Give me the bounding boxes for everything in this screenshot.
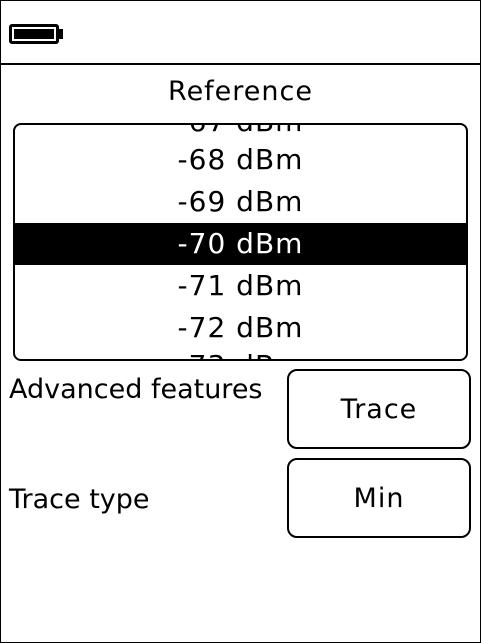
reference-title: Reference: [168, 76, 313, 107]
device-screen: Reference -67 dBm -68 dBm -69 dBm -70 dB…: [0, 0, 481, 643]
battery-full-icon: [9, 24, 59, 44]
status-bar: [1, 1, 480, 65]
reference-picker[interactable]: -67 dBm -68 dBm -69 dBm -70 dBm -71 dBm …: [13, 123, 468, 361]
picker-option[interactable]: -71 dBm: [15, 265, 466, 307]
picker-option-selected[interactable]: -70 dBm: [15, 223, 466, 265]
trace-type-button[interactable]: Min: [287, 458, 471, 538]
battery-tip: [59, 29, 63, 39]
advanced-features-button[interactable]: Trace: [287, 369, 471, 449]
trace-type-label: Trace type: [9, 484, 150, 515]
picker-option[interactable]: -73 dBm: [15, 345, 466, 359]
picker-option[interactable]: -72 dBm: [15, 307, 466, 349]
picker-option[interactable]: -68 dBm: [15, 139, 466, 181]
advanced-features-label: Advanced features: [9, 374, 263, 405]
picker-option[interactable]: -69 dBm: [15, 181, 466, 223]
